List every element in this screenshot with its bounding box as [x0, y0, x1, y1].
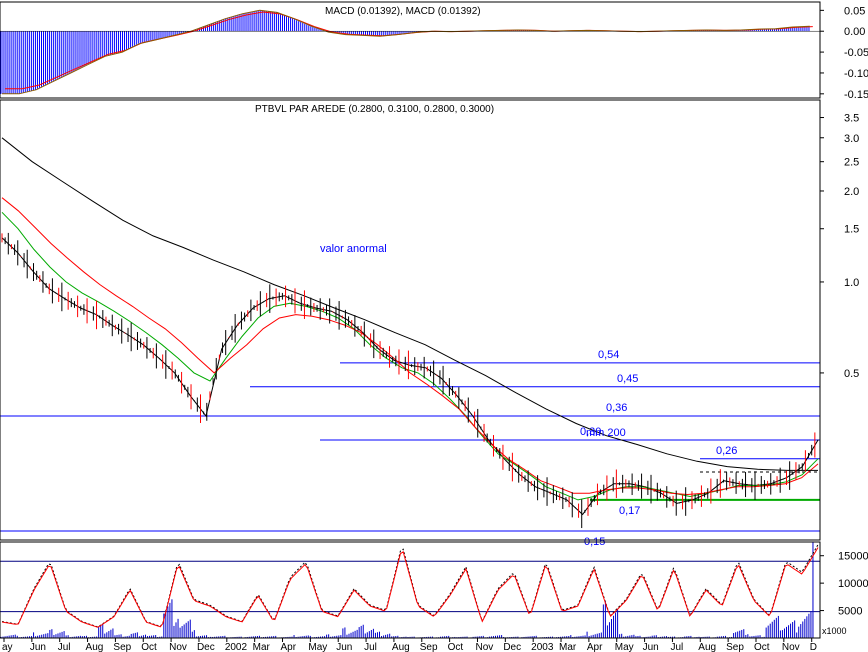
x-tick-label: Jul [58, 642, 71, 652]
x-tick-label: Jun [643, 642, 659, 652]
x-tick-label: May [308, 642, 327, 652]
macd-title: MACD (0.01392), MACD (0.01392) [325, 6, 481, 17]
x-tick-label: 2002 [225, 642, 248, 652]
x-tick-label: Nov [169, 642, 187, 652]
x-tick-label: Jul [364, 642, 377, 652]
macd-tick-label: -0.10 [844, 68, 868, 80]
macd-tick-label: 0.05 [844, 5, 865, 17]
volume-tick-label: 5000 [838, 606, 862, 618]
x-tick-label: Aug [86, 642, 104, 652]
macd-tick-label: 0.00 [844, 26, 865, 38]
price-tick-label: 2.0 [844, 186, 859, 198]
x-tick-label: Oct [141, 642, 157, 652]
x-tick-label: Jul [670, 642, 683, 652]
stock-chart: 0,540,450,360,300,260,170,15 0.050.00-0.… [0, 0, 868, 652]
x-tick-label: Oct [754, 642, 770, 652]
x-tick-label: Apr [281, 642, 297, 652]
price-tick-label: 1.5 [844, 224, 859, 236]
volume-tick-label: 15000 [838, 551, 868, 563]
x-tick-label: Oct [448, 642, 464, 652]
price-level-label: 0,45 [617, 373, 638, 385]
x-tick-label: Jun [336, 642, 352, 652]
x-tick-label: Aug [698, 642, 716, 652]
x-tick-label: Jun [30, 642, 46, 652]
x-tick-label: Mar [253, 642, 271, 652]
price-tick-label: 2.5 [844, 157, 859, 169]
x-tick-label: Nov [782, 642, 800, 652]
x-tick-label: Sep [420, 642, 438, 652]
price-level-label: 0,54 [598, 349, 619, 361]
annotation-valor-anormal: valor anormal [320, 243, 387, 255]
price-tick-label: 0.5 [844, 368, 859, 380]
volume-tick-label: 10000 [838, 578, 868, 590]
price-level-label: 0,17 [619, 505, 640, 517]
macd-tick-label: -0.15 [844, 89, 868, 101]
x-tick-label: Aug [392, 642, 410, 652]
x-tick-label: Sep [726, 642, 744, 652]
x-tick-label: Dec [503, 642, 521, 652]
x-tick-label: D [810, 642, 817, 652]
x-tick-label: 2003 [531, 642, 554, 652]
x-tick-label: Dec [197, 642, 215, 652]
x-tick-label: Sep [113, 642, 131, 652]
x-tick-label: ay [2, 642, 13, 652]
x-tick-label: May [615, 642, 634, 652]
x-tick-label: Apr [587, 642, 603, 652]
price-level-label: 0,26 [716, 445, 737, 457]
volume-unit-label: x1000 [822, 626, 847, 636]
price-title: PTBVL PAR AREDE (0.2800, 0.3100, 0.2800,… [255, 104, 494, 115]
macd-tick-label: -0.05 [844, 47, 868, 59]
x-tick-label: Mar [559, 642, 577, 652]
price-tick-label: 3.0 [844, 133, 859, 145]
price-tick-label: 3.5 [844, 113, 859, 125]
price-tick-label: 1.0 [844, 277, 859, 289]
price-level-label: 0,36 [606, 402, 627, 414]
x-tick-label: Nov [475, 642, 493, 652]
ma-label: mm 200 [586, 427, 626, 439]
